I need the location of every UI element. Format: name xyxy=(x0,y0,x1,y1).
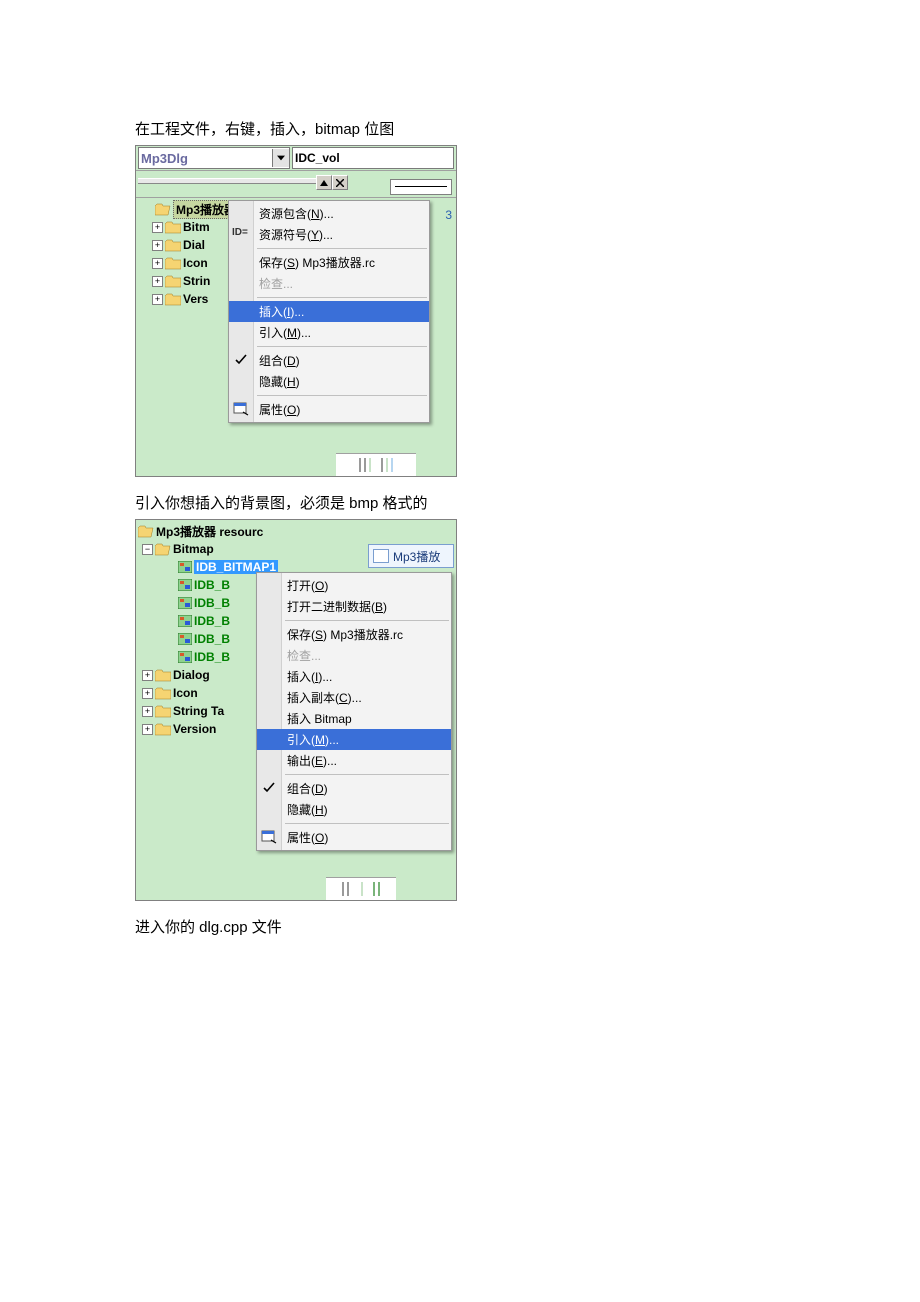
context-menu-2[interactable]: 打开(O) 打开二进制数据(B) 保存(S) Mp3播放器.rc 检查... 插… xyxy=(256,572,452,851)
folder-icon xyxy=(155,687,171,700)
menu-insert-bitmap[interactable]: 插入 Bitmap xyxy=(257,708,451,729)
bitmap-icon xyxy=(178,651,192,663)
menu-insert[interactable]: 插入(I)... xyxy=(257,666,451,687)
tree-root-label[interactable]: Mp3播放器 resourc xyxy=(156,523,263,540)
paragraph-2: 引入你想插入的背景图，必须是 bmp 格式的 xyxy=(135,492,920,513)
check-icon xyxy=(235,354,247,366)
folder-open-icon xyxy=(155,203,171,216)
tree-item-version[interactable]: Version xyxy=(173,722,216,736)
menu-separator xyxy=(285,774,449,775)
restore-icon[interactable] xyxy=(316,175,332,190)
id-combo-text: IDC_vol xyxy=(295,151,340,165)
menu-save[interactable]: 保存(S) Mp3播放器.rc xyxy=(257,624,451,645)
menu-properties[interactable]: 属性(O) xyxy=(257,827,451,848)
screenshot-2: Mp3播放器 resourc − Bitmap IDB_BITMAP1 IDB_… xyxy=(135,519,457,901)
menu-resource-symbol[interactable]: ID= 资源符号(Y)... xyxy=(229,224,429,245)
class-combo[interactable]: Mp3Dlg xyxy=(138,147,290,169)
menu-open-binary[interactable]: 打开二进制数据(B) xyxy=(257,596,451,617)
menu-open[interactable]: 打开(O) xyxy=(257,575,451,596)
tree-expander[interactable]: + xyxy=(152,240,163,251)
tree-item-bitmap[interactable]: Bitmap xyxy=(173,542,214,556)
class-combo-text: Mp3Dlg xyxy=(139,151,192,166)
folder-icon xyxy=(165,221,181,234)
folder-open-icon xyxy=(155,543,171,556)
screenshot-1: Mp3Dlg IDC_vol xyxy=(135,145,457,477)
bitmap-icon xyxy=(178,561,192,573)
properties-icon xyxy=(233,402,249,416)
menu-hide[interactable]: 隐藏(H) xyxy=(257,799,451,820)
tree-expander[interactable]: + xyxy=(142,724,153,735)
editor-tab-label: Mp3播放 xyxy=(393,548,440,565)
menu-check: 检查... xyxy=(229,273,429,294)
menu-separator xyxy=(285,823,449,824)
menu-separator xyxy=(257,395,427,396)
folder-icon xyxy=(155,723,171,736)
tree-expander[interactable]: − xyxy=(142,544,153,555)
menu-import[interactable]: 引入(M)... xyxy=(257,729,451,750)
menu-properties[interactable]: 属性(O) xyxy=(229,399,429,420)
tree-item-idb[interactable]: IDB_B xyxy=(194,632,230,646)
tree-item-idb[interactable]: IDB_B xyxy=(194,578,230,592)
menu-separator xyxy=(285,620,449,621)
menu-insert-copy[interactable]: 插入副本(C)... xyxy=(257,687,451,708)
bitmap-icon xyxy=(178,579,192,591)
tree-item-dialog[interactable]: Dialog xyxy=(173,668,210,682)
bitmap-icon xyxy=(178,633,192,645)
folder-icon xyxy=(165,239,181,252)
id-combo[interactable]: IDC_vol xyxy=(292,147,454,169)
menu-import[interactable]: 引入(M)... xyxy=(229,322,429,343)
paragraph-1: 在工程文件，右键，插入，bitmap 位图 xyxy=(135,118,920,139)
tree-item-idb[interactable]: IDB_B xyxy=(194,596,230,610)
tree-item-idb[interactable]: IDB_B xyxy=(194,614,230,628)
tree-expander[interactable]: + xyxy=(142,688,153,699)
tree-item-bitmap[interactable]: Bitm xyxy=(183,220,210,234)
menu-group[interactable]: 组合(D) xyxy=(229,350,429,371)
tree-item-string[interactable]: Strin xyxy=(183,274,210,288)
folder-icon xyxy=(165,257,181,270)
folder-icon xyxy=(155,705,171,718)
chevron-down-icon[interactable] xyxy=(272,149,289,167)
tree-item-version[interactable]: Vers xyxy=(183,292,208,306)
tree-expander[interactable]: + xyxy=(142,706,153,717)
tree-expander[interactable]: + xyxy=(152,258,163,269)
right-number: 3 xyxy=(445,208,452,222)
panel-gripper[interactable] xyxy=(138,178,346,184)
bitmap-icon xyxy=(178,597,192,609)
close-icon[interactable] xyxy=(332,175,348,190)
tree-item-idb[interactable]: IDB_B xyxy=(194,650,230,664)
menu-export[interactable]: 输出(E)... xyxy=(257,750,451,771)
menu-group[interactable]: 组合(D) xyxy=(257,778,451,799)
menu-separator xyxy=(257,248,427,249)
menu-resource-include[interactable]: 资源包含(N)... xyxy=(229,203,429,224)
folder-icon xyxy=(165,293,181,306)
folder-open-icon xyxy=(138,525,154,538)
menu-insert[interactable]: 插入(I)... xyxy=(229,301,429,322)
bitmap-icon xyxy=(178,615,192,627)
tree-item-icon[interactable]: Icon xyxy=(183,256,208,270)
paragraph-3: 进入你的 dlg.cpp 文件 xyxy=(135,916,920,937)
tree-item-string[interactable]: String Ta xyxy=(173,704,224,718)
bitmap-tab-icon xyxy=(373,549,389,563)
tree-expander[interactable]: + xyxy=(142,670,153,681)
menu-separator xyxy=(257,297,427,298)
folder-icon xyxy=(155,669,171,682)
tree-item-icon[interactable]: Icon xyxy=(173,686,198,700)
check-icon xyxy=(263,782,275,794)
tree-expander[interactable]: + xyxy=(152,222,163,233)
context-menu-1[interactable]: 资源包含(N)... ID= 资源符号(Y)... 保存(S) Mp3播放器.r… xyxy=(228,200,430,423)
tree-item-dialog[interactable]: Dial xyxy=(183,238,205,252)
ruler-icon xyxy=(390,179,452,195)
id-equals-icon: ID= xyxy=(232,227,248,238)
toolbar: Mp3Dlg IDC_vol xyxy=(136,146,456,171)
menu-separator xyxy=(257,346,427,347)
editor-tab[interactable]: Mp3播放 xyxy=(368,544,454,568)
folder-icon xyxy=(165,275,181,288)
tree-expander[interactable]: + xyxy=(152,294,163,305)
properties-icon xyxy=(261,830,277,844)
menu-hide[interactable]: 隐藏(H) xyxy=(229,371,429,392)
tree-expander[interactable]: + xyxy=(152,276,163,287)
ruler-zone xyxy=(136,171,456,198)
menu-check: 检查... xyxy=(257,645,451,666)
menu-save[interactable]: 保存(S) Mp3播放器.rc xyxy=(229,252,429,273)
